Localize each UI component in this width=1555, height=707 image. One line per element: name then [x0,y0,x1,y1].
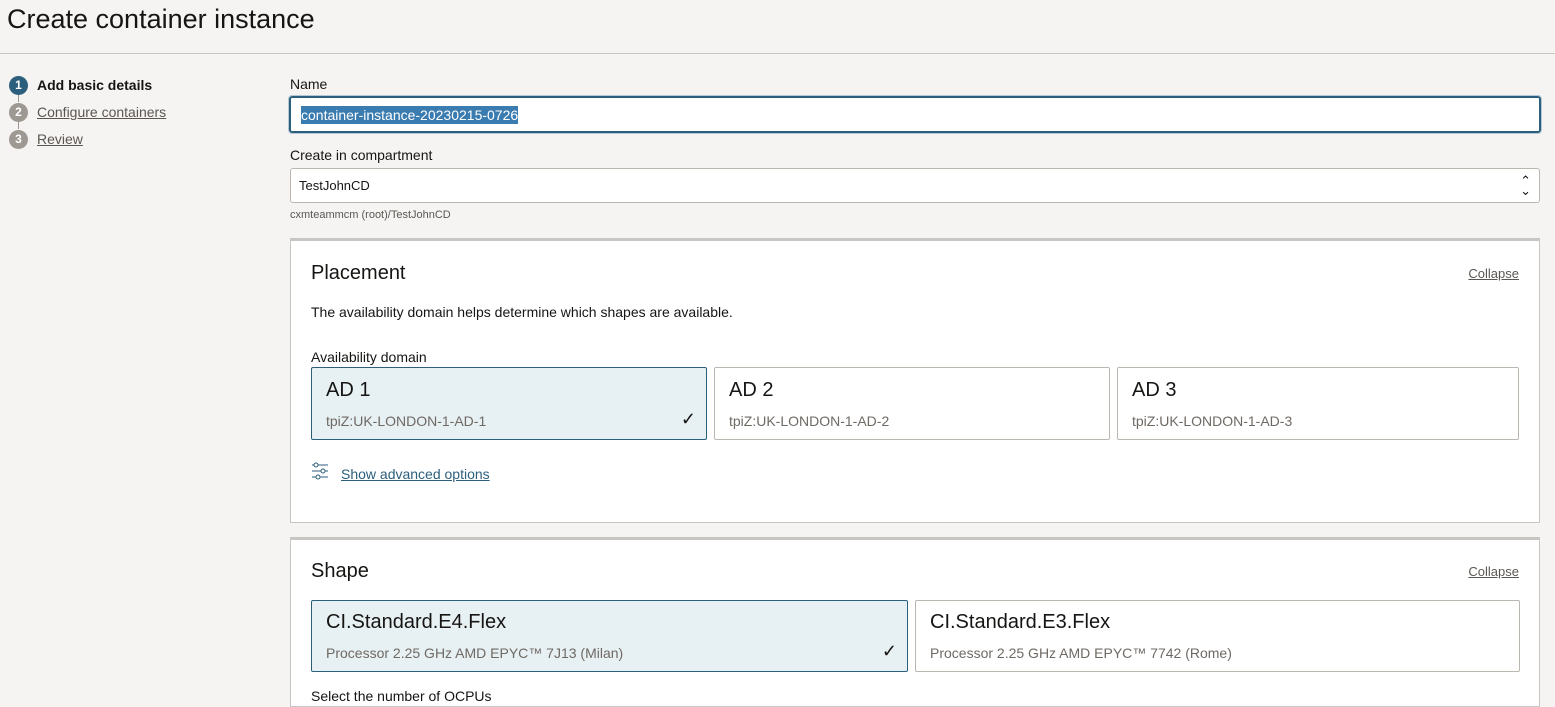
sliders-icon [311,462,329,485]
name-label: Name [290,76,328,92]
step-number: 1 [9,75,28,95]
shape-card-subtitle: Processor 2.25 GHz AMD EPYC™ 7J13 (Milan… [326,645,624,661]
step-configure-containers[interactable]: 2 Configure containers [9,102,249,122]
ad-card-subtitle: tpiZ:UK-LONDON-1-AD-3 [1132,413,1293,429]
show-advanced-options[interactable]: Show advanced options [311,462,490,485]
ad-card-1[interactable]: AD 1 tpiZ:UK-LONDON-1-AD-1 ✓ [311,367,707,440]
step-connector [18,121,19,129]
compartment-label: Create in compartment [290,147,433,163]
placement-description: The availability domain helps determine … [311,304,733,320]
step-label: Review [37,131,83,147]
ad-card-2[interactable]: AD 2 tpiZ:UK-LONDON-1-AD-2 [714,367,1110,440]
placement-title: Placement [311,262,406,284]
name-input-value: container-instance-20230215-0726 [301,105,519,124]
step-add-basic-details[interactable]: 1 Add basic details [9,75,249,95]
ad-card-3[interactable]: AD 3 tpiZ:UK-LONDON-1-AD-3 [1117,367,1519,440]
ad-card-title: AD 1 [326,379,371,401]
step-review[interactable]: 3 Review [9,129,249,149]
ad-card-title: AD 3 [1132,379,1177,401]
step-connector [18,94,19,102]
step-label: Add basic details [37,77,153,93]
shape-panel: Shape Collapse CI.Standard.E4.Flex Proce… [290,537,1540,707]
step-number: 2 [9,102,28,122]
ocpu-label: Select the number of OCPUs [311,688,492,704]
chevron-updown-icon: ⌃ ⌄ [1520,172,1531,198]
step-number: 3 [9,129,28,149]
page-title: Create container instance [7,4,315,34]
shape-card-e3-flex[interactable]: CI.Standard.E3.Flex Processor 2.25 GHz A… [915,600,1520,672]
shape-card-subtitle: Processor 2.25 GHz AMD EPYC™ 7742 (Rome) [930,645,1232,661]
show-advanced-options-label: Show advanced options [341,465,490,482]
shape-card-e4-flex[interactable]: CI.Standard.E4.Flex Processor 2.25 GHz A… [311,600,908,672]
ad-card-subtitle: tpiZ:UK-LONDON-1-AD-2 [729,413,890,429]
availability-domain-label: Availability domain [311,349,427,365]
shape-card-title: CI.Standard.E4.Flex [326,611,507,633]
placement-collapse-link[interactable]: Collapse [1468,266,1519,281]
name-input[interactable]: container-instance-20230215-0726 [288,95,1542,134]
ad-card-title: AD 2 [729,379,774,401]
ad-card-subtitle: tpiZ:UK-LONDON-1-AD-1 [326,413,487,429]
shape-collapse-link[interactable]: Collapse [1468,564,1519,579]
step-label: Configure containers [37,104,167,120]
shape-card-title: CI.Standard.E3.Flex [930,611,1111,633]
compartment-select-value: TestJohnCD [299,178,370,193]
title-divider [0,53,1555,54]
placement-panel: Placement Collapse The availability doma… [290,238,1540,523]
compartment-select[interactable]: TestJohnCD ⌃ ⌄ [290,168,1540,203]
compartment-path: cxmteammcm (root)/TestJohnCD [290,209,451,221]
shape-title: Shape [311,560,369,582]
check-icon: ✓ [680,409,696,429]
check-icon: ✓ [881,641,897,661]
